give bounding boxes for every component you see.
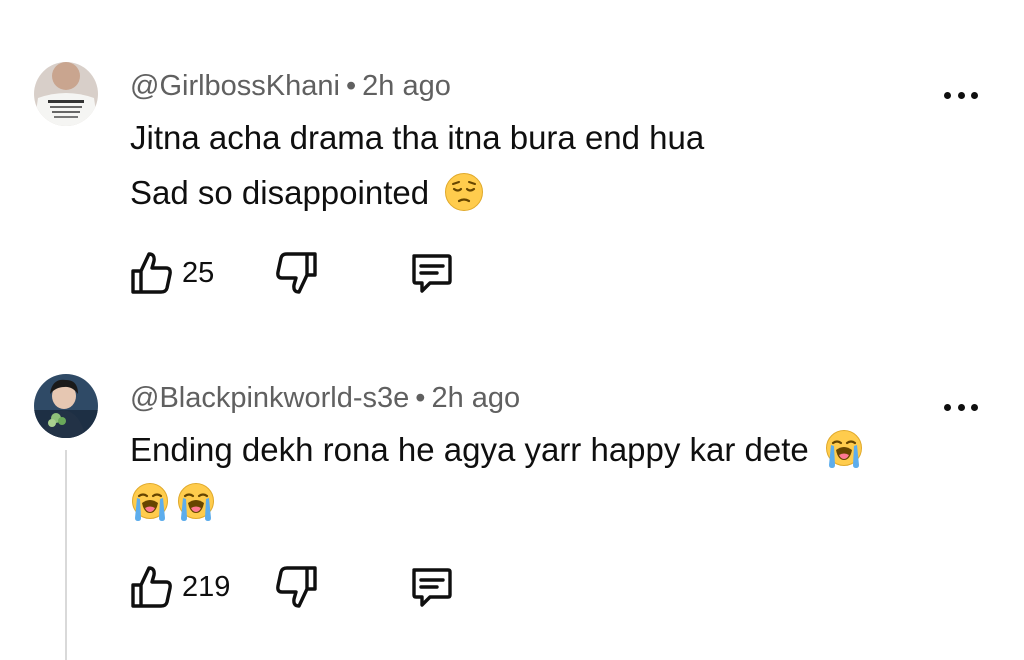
avatar[interactable]	[34, 62, 98, 126]
thumbs-down-icon	[274, 564, 320, 610]
avatar-image	[34, 62, 98, 126]
thumbs-down-icon	[274, 250, 320, 296]
loudly-crying-face-icon	[130, 482, 170, 522]
more-vert-icon[interactable]	[944, 90, 978, 100]
comment-meta: @GirlbossKhani • 2h ago	[130, 68, 451, 104]
author-name[interactable]: @GirlbossKhani	[130, 70, 340, 102]
like-button[interactable]: 25	[128, 250, 214, 296]
reply-button[interactable]	[408, 250, 454, 296]
comment-timestamp: 2h ago	[362, 70, 451, 102]
reply-button[interactable]	[408, 564, 454, 610]
comment-text-line: Ending dekh rona he agya yarr happy kar …	[130, 429, 864, 470]
author-name[interactable]: @Blackpinkworld-s3e	[130, 382, 409, 414]
avatar[interactable]	[34, 374, 98, 438]
dislike-button[interactable]	[274, 564, 320, 610]
thumbs-up-icon	[128, 250, 174, 296]
comment-timestamp: 2h ago	[431, 382, 521, 414]
loudly-crying-face-icon	[824, 429, 864, 469]
thread-line	[65, 450, 67, 660]
meta-separator: •	[415, 382, 426, 414]
like-count: 219	[182, 570, 231, 603]
more-vert-icon[interactable]	[944, 402, 978, 412]
loudly-crying-face-icon	[176, 482, 216, 522]
comment-icon	[408, 250, 454, 296]
comment-text-line: Sad so disappointed	[130, 172, 484, 213]
thumbs-up-icon	[128, 564, 174, 610]
avatar-image	[34, 374, 98, 438]
like-count: 25	[182, 256, 215, 289]
meta-separator: •	[345, 70, 357, 102]
comment-text-line: Jitna acha drama tha itna bura end hua	[130, 119, 705, 156]
dislike-button[interactable]	[274, 250, 320, 296]
comment-text: Sad so disappointed	[130, 174, 430, 211]
like-button[interactable]: 219	[128, 564, 230, 610]
pensive-face-icon	[444, 172, 484, 212]
comment-text: Ending dekh rona he agya yarr happy kar …	[130, 431, 809, 468]
comment-text-line	[130, 482, 216, 523]
comment-icon	[408, 564, 454, 610]
comment-meta: @Blackpinkworld-s3e • 2h ago	[130, 380, 520, 416]
